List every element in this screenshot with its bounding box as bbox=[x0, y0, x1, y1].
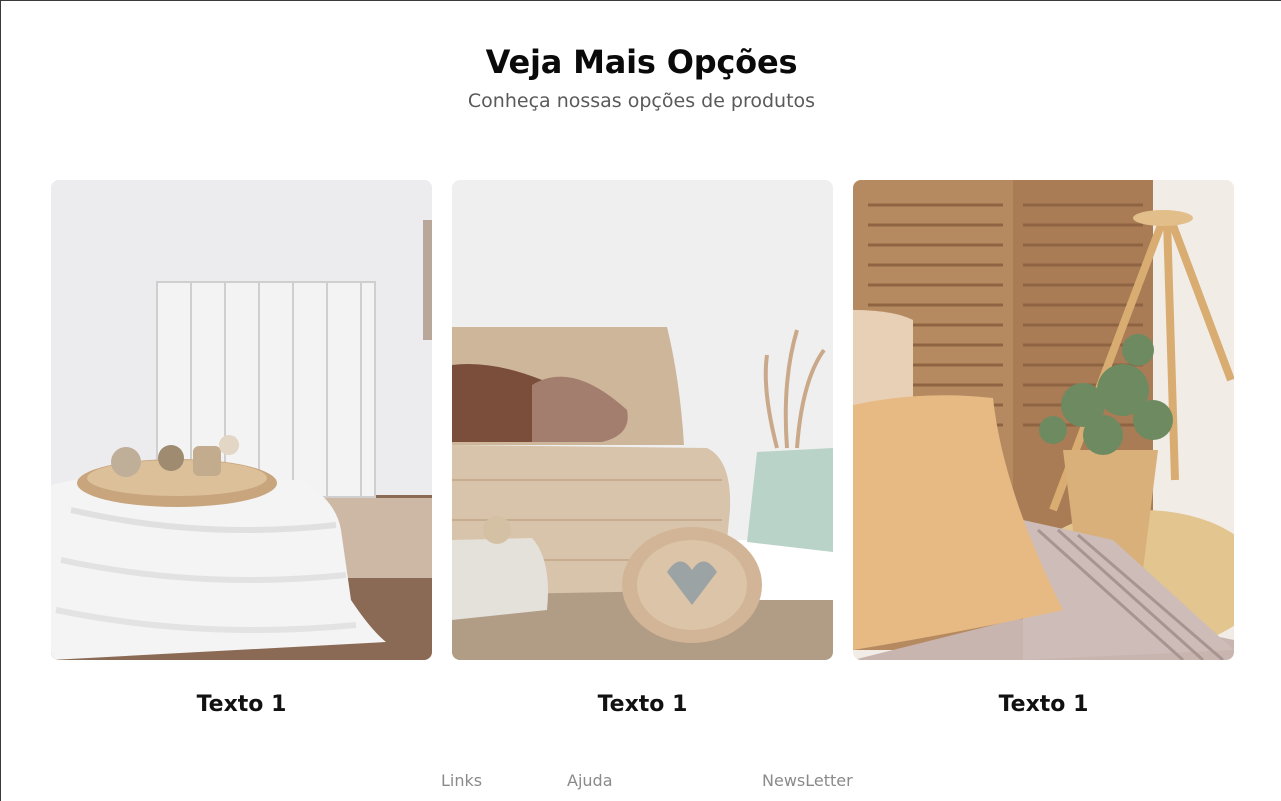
product-card-1[interactable]: Texto 1 bbox=[51, 180, 432, 717]
product-card-3[interactable]: Texto 1 bbox=[853, 180, 1234, 717]
product-label-3: Texto 1 bbox=[998, 692, 1089, 717]
product-image-3[interactable] bbox=[853, 180, 1234, 660]
footer-link-ajuda[interactable]: Ajuda bbox=[567, 771, 613, 790]
product-label-1: Texto 1 bbox=[196, 692, 287, 717]
product-image-2[interactable] bbox=[452, 180, 833, 660]
section-subtitle: Conheça nossas opções de produtos bbox=[467, 90, 816, 112]
product-image-1[interactable] bbox=[51, 180, 432, 660]
footer-link-newsletter[interactable]: NewsLetter bbox=[762, 771, 853, 790]
footer-link-links[interactable]: Links bbox=[441, 771, 482, 790]
product-label-2: Texto 1 bbox=[597, 692, 688, 717]
product-card-2[interactable]: Texto 1 bbox=[452, 180, 833, 717]
rustic-table-photo-icon bbox=[51, 180, 432, 660]
section-title: Veja Mais Opções bbox=[485, 43, 798, 81]
rattan-plant-photo-icon bbox=[853, 180, 1234, 660]
beige-sofa-photo-icon bbox=[452, 180, 833, 660]
